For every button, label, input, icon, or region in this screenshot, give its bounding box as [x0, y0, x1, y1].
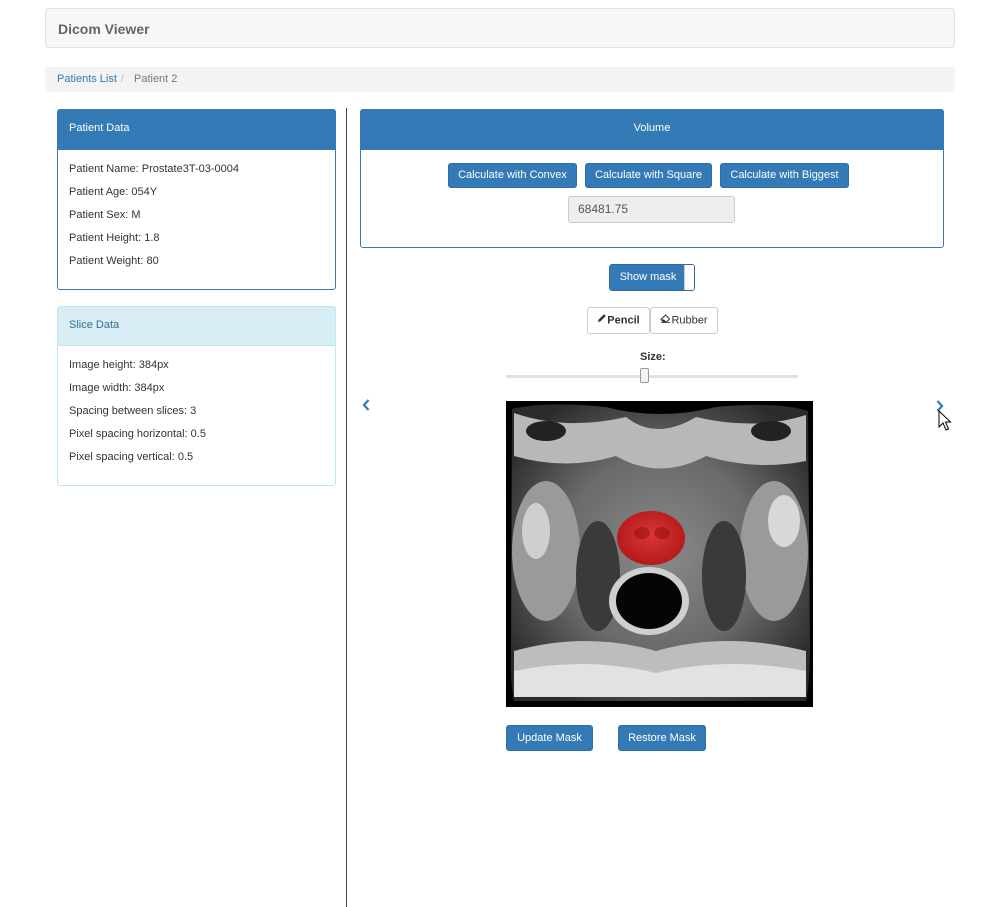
image-height: Image height: 384px — [69, 359, 169, 371]
size-label: Size: — [640, 351, 666, 363]
volume-result-field[interactable]: 68481.75 — [568, 196, 735, 223]
patient-sex: Patient Sex: M — [69, 209, 141, 221]
dicom-image-canvas[interactable] — [506, 401, 813, 707]
breadcrumb-current: Patient 2 — [133, 73, 178, 85]
patient-age: Patient Age: 054Y — [69, 186, 158, 198]
prostate-mask-overlay — [617, 511, 685, 565]
rubber-label: Rubber — [671, 314, 708, 327]
pixel-spacing-vertical: Pixel spacing vertical: 0.5 — [69, 451, 194, 463]
pencil-icon — [597, 308, 607, 333]
restore-mask-button[interactable]: Restore Mask — [618, 725, 706, 751]
show-mask-toggle[interactable]: Show mask — [609, 264, 695, 291]
column-divider — [346, 108, 347, 907]
volume-title: Volume — [361, 110, 943, 150]
update-mask-button[interactable]: Update Mask — [506, 725, 593, 751]
show-mask-label: Show mask — [610, 265, 686, 290]
pencil-tool-button[interactable]: Pencil — [587, 307, 650, 334]
patient-data-title: Patient Data — [58, 110, 335, 150]
chevron-left-icon[interactable] — [361, 398, 371, 417]
pencil-label: Pencil — [607, 314, 640, 327]
calculate-biggest-button[interactable]: Calculate with Biggest — [720, 163, 849, 188]
size-slider-track[interactable] — [506, 375, 798, 378]
patient-height: Patient Height: 1.8 — [69, 232, 160, 244]
breadcrumb: Patients List / Patient 2 — [45, 67, 955, 92]
mouse-cursor-icon — [938, 409, 952, 435]
patient-data-panel: Patient Data Patient Name: Prostate3T-03… — [57, 109, 336, 290]
eraser-icon — [660, 308, 671, 333]
image-width: Image width: 384px — [69, 382, 165, 394]
rubber-tool-button[interactable]: Rubber — [650, 307, 718, 334]
patient-name: Patient Name: Prostate3T-03-0004 — [69, 163, 239, 175]
navbar: Dicom Viewer — [45, 8, 955, 48]
slice-data-panel: Slice Data Image height: 384px Image wid… — [57, 306, 336, 486]
app-title[interactable]: Dicom Viewer — [58, 21, 150, 37]
slice-data-title: Slice Data — [58, 307, 335, 346]
mri-slice-image — [506, 401, 813, 707]
breadcrumb-patients-list-link[interactable]: Patients List — [57, 73, 117, 85]
pixel-spacing-horizontal: Pixel spacing horizontal: 0.5 — [69, 428, 206, 440]
toggle-handle[interactable] — [684, 265, 694, 290]
breadcrumb-separator: / — [120, 73, 124, 85]
calculate-convex-button[interactable]: Calculate with Convex — [448, 163, 577, 188]
patient-weight: Patient Weight: 80 — [69, 255, 159, 267]
size-slider-handle[interactable] — [640, 368, 649, 383]
calculate-square-button[interactable]: Calculate with Square — [585, 163, 712, 188]
spacing-between-slices: Spacing between slices: 3 — [69, 405, 197, 417]
